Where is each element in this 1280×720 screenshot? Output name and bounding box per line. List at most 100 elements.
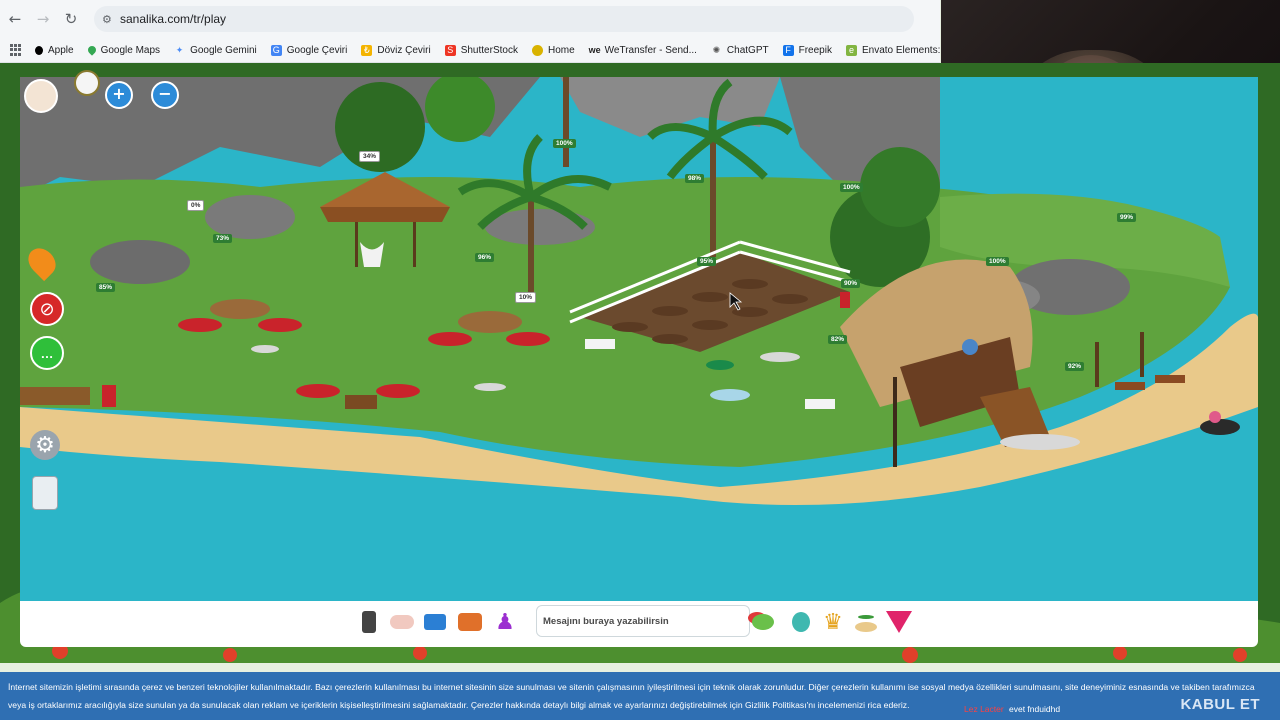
bookmark-shutterstock[interactable]: S ShutterStock xyxy=(444,44,518,56)
bookmark-freepik[interactable]: F Freepik xyxy=(782,44,832,56)
bookmark-label: Google Maps xyxy=(100,44,161,56)
wetransfer-icon: we xyxy=(588,44,601,55)
bookmarks-bar: Apple Google Maps ✦ Google Gemini G Google… xyxy=(0,38,940,63)
round-table xyxy=(210,299,270,319)
pet-icon[interactable] xyxy=(788,609,814,635)
browser-toolbar: ← → ↻ ⚙ sanalika.com/tr/play xyxy=(0,0,940,38)
gemini-star-icon: ✦ xyxy=(175,44,184,55)
bookmark-label: Envato Elements:... xyxy=(861,44,940,56)
bookmark-label: ShutterStock xyxy=(460,44,518,56)
clothing-icon[interactable] xyxy=(422,609,448,635)
site-settings-icon[interactable]: ⚙ xyxy=(102,13,120,26)
lock-percent-badge: 96% xyxy=(475,253,495,262)
bookmark-wetransfer[interactable]: we WeTransfer - Send... xyxy=(589,45,697,56)
friends-icon[interactable] xyxy=(389,609,415,635)
cookie-banner: İnternet sitemizin işletimi sırasında çe… xyxy=(0,672,1280,720)
lock-percent-badge: 98% xyxy=(685,174,705,183)
apps-grid-icon[interactable] xyxy=(10,44,21,56)
back-icon[interactable]: ← xyxy=(2,6,28,32)
lock-percent-badge: 82% xyxy=(828,335,848,344)
palm-trunk xyxy=(528,197,534,297)
gazebo-roof-edge xyxy=(320,207,450,222)
shutterstock-icon: S xyxy=(444,44,456,56)
chatgpt-icon: ✺ xyxy=(712,44,721,55)
gazebo-post xyxy=(413,222,416,267)
lock-percent-badge: 99% xyxy=(1117,213,1137,222)
lock-percent-badge: 10% xyxy=(515,292,537,303)
translate-icon: G xyxy=(270,44,282,56)
red-barrel xyxy=(840,292,850,308)
bookmark-google-maps[interactable]: Google Maps xyxy=(85,44,161,56)
cookie-red-text: Lez Lacter xyxy=(964,704,1004,714)
url-text: sanalika.com/tr/play xyxy=(120,12,227,26)
settings-gear-icon[interactable]: ⚙ xyxy=(30,430,60,460)
chat-message-input[interactable]: Mesajını buraya yazabilirsin xyxy=(536,605,750,637)
forward-icon[interactable]: → xyxy=(30,6,56,32)
palm-trunk xyxy=(710,137,716,257)
bookmark-doviz-ceviri[interactable]: ₺ Döviz Çeviri xyxy=(361,44,431,56)
player-avatar[interactable] xyxy=(24,79,58,113)
red-bucket xyxy=(102,385,116,407)
currency-icon: ₺ xyxy=(361,44,373,56)
green-pot xyxy=(706,360,734,370)
bookmark-google-ceviri[interactable]: G Google Çeviri xyxy=(270,44,348,56)
rock xyxy=(90,240,190,284)
lock-percent-badge: 100% xyxy=(840,183,863,192)
apple-icon xyxy=(35,45,43,55)
white-bench xyxy=(805,399,835,409)
cookie-extra-text: evet fnduidhd xyxy=(1009,704,1061,714)
bookmark-label: Google Çeviri xyxy=(286,44,348,56)
emote-bubbles-icon[interactable] xyxy=(750,609,776,635)
bookmark-label: Apple xyxy=(48,44,74,56)
game-canvas[interactable]: 34% 100% 98% 100% 99% 0% 73% 96% 85% 10%… xyxy=(20,77,1258,602)
lock-percent-badge: 90% xyxy=(841,279,861,288)
lock-percent-badge: 0% xyxy=(187,200,205,211)
bookmark-label: WeTransfer - Send... xyxy=(604,44,697,56)
lock-percent-badge: 100% xyxy=(553,139,576,148)
reload-icon[interactable]: ↻ xyxy=(58,6,84,32)
game-chat-bar: ♟ Mesajını buraya yazabilirsin ♛ xyxy=(20,601,1258,647)
notepad-icon[interactable] xyxy=(32,476,58,510)
phone-icon[interactable] xyxy=(356,609,382,635)
trophy-icon[interactable]: ♛ xyxy=(820,609,846,635)
bookmark-label: Döviz Çeviri xyxy=(377,44,431,56)
tree xyxy=(860,147,940,227)
island-icon[interactable] xyxy=(853,609,879,635)
flower-planter xyxy=(1200,419,1240,435)
bookmark-label: Google Gemini xyxy=(190,44,257,56)
bookmark-apple[interactable]: Apple xyxy=(35,45,74,56)
no-entry-icon[interactable]: ⊘ xyxy=(30,292,64,326)
wooden-dock xyxy=(20,387,90,405)
round-table xyxy=(458,311,522,333)
envato-icon: e xyxy=(845,44,857,56)
bookmark-chatgpt[interactable]: ✺ ChatGPT xyxy=(711,45,769,56)
chest xyxy=(345,395,377,409)
shop-dropdown-icon[interactable] xyxy=(886,609,912,635)
bag-icon[interactable] xyxy=(74,70,100,96)
lamp-post xyxy=(893,377,897,467)
bookmark-home[interactable]: Home xyxy=(531,44,575,56)
zoom-in-icon[interactable]: + xyxy=(105,81,133,109)
bookmark-envato[interactable]: e Envato Elements:... xyxy=(845,44,940,56)
tiki-torch xyxy=(1140,332,1144,377)
island-scene[interactable] xyxy=(20,77,1258,602)
flower xyxy=(1209,411,1221,423)
palm-trunk xyxy=(563,77,569,167)
bookmark-label: Home xyxy=(547,44,575,56)
home-circle-icon xyxy=(531,44,543,56)
cookie-text: İnternet sitemizin işletimi sırasında çe… xyxy=(8,682,1255,710)
bookmark-google-gemini[interactable]: ✦ Google Gemini xyxy=(174,45,257,56)
zoom-out-icon[interactable]: − xyxy=(151,81,179,109)
gazebo-post xyxy=(355,222,358,267)
chat-bubble-icon[interactable]: … xyxy=(30,336,64,370)
beach-chair xyxy=(1155,375,1185,383)
bookmark-label: Freepik xyxy=(798,44,832,56)
accept-cookies-button[interactable]: KABUL ET xyxy=(1180,696,1260,714)
lock-percent-badge: 92% xyxy=(1065,362,1085,371)
rock xyxy=(205,195,295,239)
address-bar[interactable]: ⚙ sanalika.com/tr/play xyxy=(94,6,914,32)
bookmark-label: ChatGPT xyxy=(726,44,769,56)
tiki-torch xyxy=(1095,342,1099,387)
inventory-chest-icon[interactable] xyxy=(457,609,483,635)
dance-action-icon[interactable]: ♟ xyxy=(492,609,518,635)
